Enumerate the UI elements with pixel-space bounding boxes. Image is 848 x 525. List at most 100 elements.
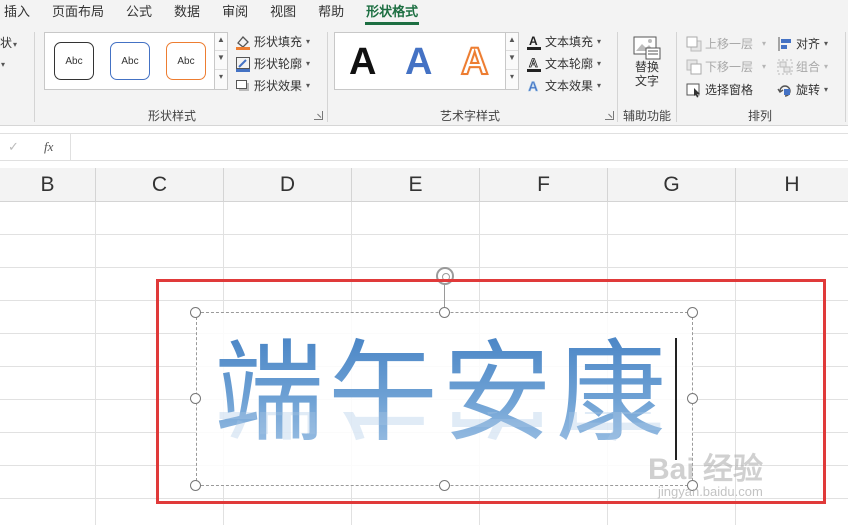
alt-text-icon [633,36,661,60]
accessibility-group-label: 辅助功能 [622,109,671,123]
shape-fill-label: 形状填充 [254,35,303,49]
alt-text-label-1: 替换 [634,60,659,74]
insert-function-icon[interactable]: fx [44,139,53,155]
paint-bucket-icon [235,34,251,50]
text-fill-label: 文本填充 [545,35,594,49]
send-backward-label: 下移一层 [705,60,754,74]
wordart-preset-orange-outline[interactable]: A [460,41,489,83]
tab-data[interactable]: 数据 [163,0,211,28]
arrange-group-label: 排列 [747,109,772,123]
tab-page-layout[interactable]: 页面布局 [41,0,115,28]
text-outline-button[interactable]: A 文本轮廓 ▾ [526,55,601,72]
shape-style-preset-3[interactable]: Abc [166,42,206,80]
scroll-up-icon[interactable]: ▲ [215,33,227,52]
column-header-b[interactable]: B [0,168,96,202]
confirm-entry-icon[interactable]: ✓ [8,139,19,155]
rotate-icon [777,82,793,98]
shape-outline-button[interactable]: 形状轮廓 ▾ [235,55,310,72]
group-separator [327,32,328,122]
column-header-e[interactable]: E [352,168,480,202]
more-styles-icon[interactable]: ▾ [506,70,518,88]
text-fill-icon: A [526,34,542,50]
text-effects-button[interactable]: A 文本效果 ▾ [526,77,601,94]
tab-shape-format[interactable]: 形状格式 [355,0,429,28]
align-button[interactable]: 对齐 ▾ [777,35,828,52]
chevron-down-icon: ▾ [13,40,18,49]
wordart-preset-black[interactable]: A [349,42,376,82]
alt-text-button[interactable]: 替换 文字 [626,34,668,98]
chevron-down-icon: ▾ [762,62,767,71]
tab-help[interactable]: 帮助 [307,0,355,28]
group-separator [845,32,846,122]
group-objects-label: 组合 [796,60,821,74]
text-effects-label: 文本效果 [545,79,594,93]
align-icon [777,36,793,52]
tab-review[interactable]: 审阅 [211,0,259,28]
text-outline-label: 文本轮廓 [545,57,594,71]
scroll-down-icon[interactable]: ▼ [506,51,518,70]
shape-fill-button[interactable]: 形状填充 ▾ [235,33,310,50]
shape-effects-icon [235,78,251,94]
wordart-gallery-scroll[interactable]: ▲ ▼ ▾ [505,32,519,90]
more-styles-icon[interactable]: ▾ [215,70,227,88]
selection-pane-icon [686,82,702,98]
align-label: 对齐 [796,37,821,51]
column-header-d[interactable]: D [224,168,352,202]
watermark-url: jingyan.baidu.com [658,484,763,499]
group-objects-icon [777,59,793,75]
chevron-down-icon: ▾ [824,39,829,48]
group-objects-button[interactable]: 组合 ▾ [777,58,828,75]
svg-text:A: A [529,34,538,48]
shape-style-gallery-scroll[interactable]: ▲ ▼ ▾ [214,32,228,90]
column-header-c[interactable]: C [96,168,224,202]
scroll-up-icon[interactable]: ▲ [506,33,518,52]
text-fill-button[interactable]: A 文本填充 ▾ [526,33,601,50]
column-header-h[interactable]: H [736,168,848,202]
chevron-down-icon: ▾ [824,62,829,71]
chevron-down-icon: ▾ [1,60,6,69]
scroll-down-icon[interactable]: ▼ [215,51,227,70]
gridline [0,234,848,235]
tab-view[interactable]: 视图 [259,0,307,28]
chevron-down-icon: ▾ [824,85,829,94]
wordart-preset-blue[interactable]: A [405,42,432,82]
chevron-down-icon: ▾ [762,39,767,48]
insert-shapes-stub[interactable]: 状▾ [0,34,17,51]
chevron-down-icon: ▾ [306,81,311,90]
ribbon: 状▾ ▾ Abc Abc Abc ▲ ▼ ▾ 形状填充 ▾ 形状轮廓 ▾ 形状效果 ▾… [0,28,848,126]
tab-insert[interactable]: 插入 [0,0,41,28]
send-backward-button[interactable]: 下移一层 ▾ [686,58,766,75]
column-header-row: B C D E F G H [0,168,848,202]
dialog-launcher-icon[interactable] [314,111,323,120]
svg-text:A: A [529,56,538,70]
chevron-down-icon: ▾ [597,81,602,90]
ribbon-tab-bar: 插入 页面布局 公式 数据 审阅 视图 帮助 形状格式 [0,0,848,28]
svg-text:A: A [528,78,538,94]
text-effects-icon: A [526,77,542,94]
rotate-label: 旋转 [796,83,821,97]
column-header-g[interactable]: G [608,168,736,202]
column-header-f[interactable]: F [480,168,608,202]
alt-text-label-2: 文字 [634,74,659,88]
chevron-down-icon: ▾ [597,59,602,68]
formula-input[interactable] [70,134,848,160]
stub-dropdown[interactable]: ▾ [0,56,5,70]
bring-forward-label: 上移一层 [705,37,754,51]
selection-pane-label: 选择窗格 [705,83,754,97]
group-separator [617,32,618,122]
shape-effects-label: 形状效果 [254,79,303,93]
bring-forward-icon [686,36,702,52]
bring-forward-button[interactable]: 上移一层 ▾ [686,35,766,52]
dialog-launcher-icon[interactable] [605,111,614,120]
stub-label: 状 [0,36,13,50]
shape-effects-button[interactable]: 形状效果 ▾ [235,77,310,94]
rotate-button[interactable]: 旋转 ▾ [777,81,828,98]
tab-formulas[interactable]: 公式 [115,0,163,28]
shape-style-preset-1[interactable]: Abc [54,42,94,80]
pen-outline-icon [235,56,251,72]
send-backward-icon [686,59,702,75]
selection-pane-button[interactable]: 选择窗格 [686,81,753,98]
shape-style-preset-2[interactable]: Abc [110,42,150,80]
gridline [95,202,96,525]
shape-outline-label: 形状轮廓 [254,57,303,71]
